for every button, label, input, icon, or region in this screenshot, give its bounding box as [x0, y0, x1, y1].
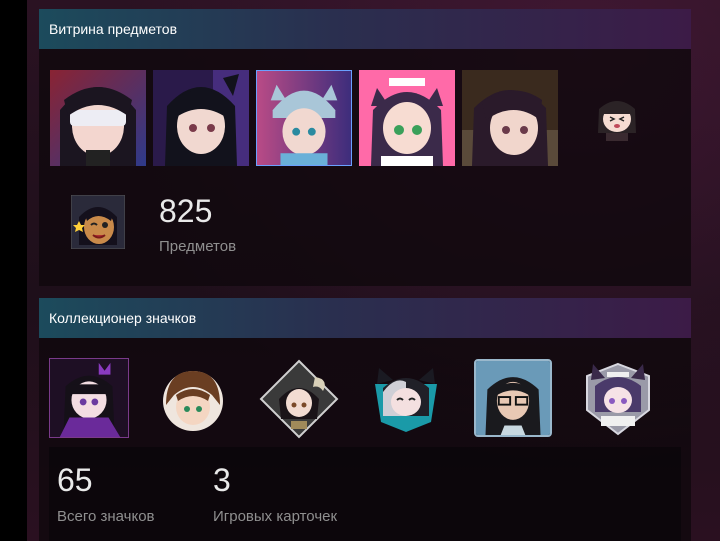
badge-collector-header: Коллекционер значков — [39, 298, 691, 338]
item-showcase-header: Витрина предметов — [39, 9, 691, 49]
badge-purple-maid-cat-icon[interactable] — [583, 360, 653, 438]
winking-girl-emote-icon[interactable] — [71, 195, 125, 249]
trading-cards-label: Игровых карточек — [213, 508, 338, 525]
badge-glasses-woman-icon[interactable] — [474, 359, 552, 437]
total-badges-count: 65 — [57, 462, 93, 498]
total-badges-label: Всего значков — [57, 508, 155, 525]
showcase-item-2[interactable] — [153, 70, 249, 166]
items-count: 825 — [159, 193, 213, 229]
showcase-item-3[interactable] — [256, 70, 352, 166]
trading-cards-count: 3 — [213, 462, 231, 498]
badge-horned-girl-icon[interactable] — [259, 359, 339, 439]
showcase-item-6[interactable] — [594, 93, 640, 143]
items-count-label: Предметов — [159, 238, 237, 255]
showcase-item-5[interactable] — [462, 70, 558, 166]
badge-brown-hair-girl-icon[interactable] — [162, 365, 224, 435]
showcase-item-1[interactable] — [50, 70, 146, 166]
badge-collector-title: Коллекционер значков — [49, 310, 197, 326]
showcase-item-4[interactable] — [359, 70, 455, 166]
badge-stats-box — [49, 447, 681, 541]
badge-teal-catgirl-icon[interactable] — [369, 362, 443, 434]
badge-purple-crown-girl-icon[interactable] — [49, 358, 129, 438]
left-dark-strip — [0, 0, 27, 541]
item-showcase-title: Витрина предметов — [49, 21, 178, 37]
